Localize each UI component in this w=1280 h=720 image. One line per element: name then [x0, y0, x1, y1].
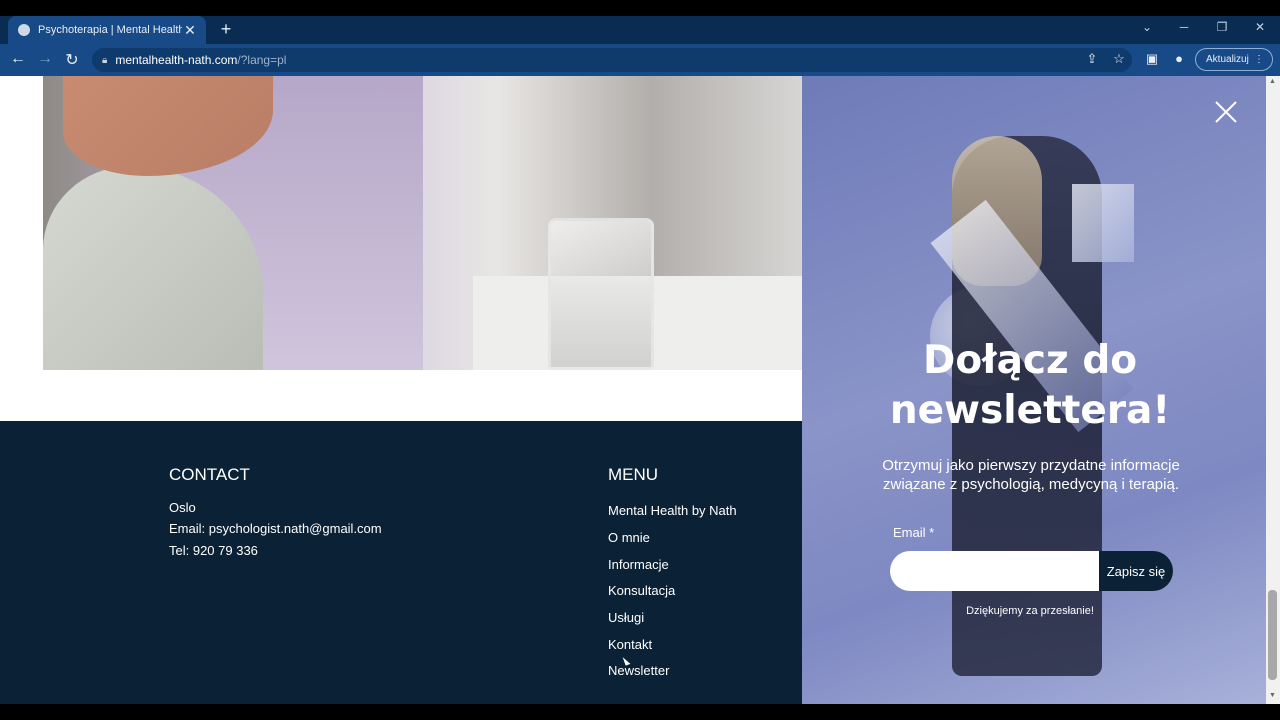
menu-link-home[interactable]: Mental Health by Nath [608, 503, 737, 518]
close-icon[interactable] [1214, 100, 1238, 124]
address-bar[interactable]: 🔒︎ mentalhealth-nath.com/?lang=pl [92, 48, 1132, 72]
subscribe-button[interactable]: Zapisz się [1099, 551, 1173, 591]
update-button[interactable]: Aktualizuj ⋮ [1195, 48, 1273, 71]
contact-email[interactable]: Email: psychologist.nath@gmail.com [169, 521, 382, 536]
forward-icon[interactable]: → [35, 50, 55, 68]
url-host: mentalhealth-nath.com [115, 53, 238, 67]
menu-link-services[interactable]: Usługi [608, 610, 644, 625]
scroll-down-icon[interactable]: ▼ [1269, 692, 1276, 699]
menu-link-contact[interactable]: Kontakt [608, 637, 652, 652]
contact-heading: CONTACT [169, 465, 250, 484]
star-icon[interactable]: ☆ [1110, 51, 1128, 67]
menu-link-about[interactable]: O mnie [608, 530, 650, 545]
email-field[interactable] [890, 551, 1110, 591]
hero-image [43, 76, 803, 370]
menu-link-newsletter[interactable]: Newsletter [608, 663, 669, 678]
share-icon[interactable]: ⇪ [1083, 51, 1101, 67]
glass-shape [548, 218, 654, 370]
tab-close-icon[interactable]: ✕ [182, 22, 198, 39]
scroll-up-icon[interactable]: ▲ [1269, 78, 1276, 85]
minimize-icon[interactable]: ─ [1174, 20, 1194, 34]
browser-tab[interactable]: Psychoterapia | Mental Health by Nath ✕ [8, 16, 206, 44]
window-top-edge [0, 0, 1280, 16]
decorative-envelope [1072, 184, 1134, 262]
menu-link-info[interactable]: Informacje [608, 557, 669, 572]
url-path: /?lang=pl [237, 53, 287, 67]
tab-search-icon[interactable]: ⌄ [1137, 20, 1157, 34]
site-footer: CONTACT Oslo Email: psychologist.nath@gm… [0, 421, 802, 704]
popup-title: Dołącz do newslettera! [889, 338, 1171, 433]
thanks-message: Dziękujemy za przesłanie! [966, 605, 1094, 617]
window-close-icon[interactable]: ✕ [1250, 20, 1270, 34]
newsletter-popup: Dołącz do newslettera! Otrzymuj jako pie… [802, 76, 1266, 704]
email-label: Email * [893, 525, 935, 540]
profile-icon[interactable]: ● [1170, 51, 1188, 66]
popup-description: Otrzymuj jako pierwszy przydatne informa… [882, 457, 1180, 493]
menu-heading: MENU [608, 465, 659, 484]
favicon-icon [18, 24, 30, 36]
tab-title: Psychoterapia | Mental Health by Nath [38, 24, 182, 36]
back-icon[interactable]: ← [8, 50, 28, 68]
window-bottom-edge [0, 704, 1280, 720]
contact-phone[interactable]: Tel: 920 79 336 [169, 543, 258, 558]
reload-icon[interactable]: ↻ [62, 50, 82, 70]
new-tab-icon[interactable]: + [216, 19, 236, 40]
scrollbar-thumb[interactable] [1268, 590, 1277, 680]
menu-link-consultation[interactable]: Konsultacja [608, 583, 675, 598]
sidepanel-icon[interactable]: ▣ [1143, 51, 1161, 67]
restore-icon[interactable]: ❐ [1212, 20, 1232, 34]
menu-icon[interactable]: ⋮ [1254, 54, 1264, 65]
lock-icon[interactable]: 🔒︎ [102, 55, 107, 66]
contact-city: Oslo [169, 500, 196, 515]
update-label: Aktualizuj [1206, 54, 1249, 65]
